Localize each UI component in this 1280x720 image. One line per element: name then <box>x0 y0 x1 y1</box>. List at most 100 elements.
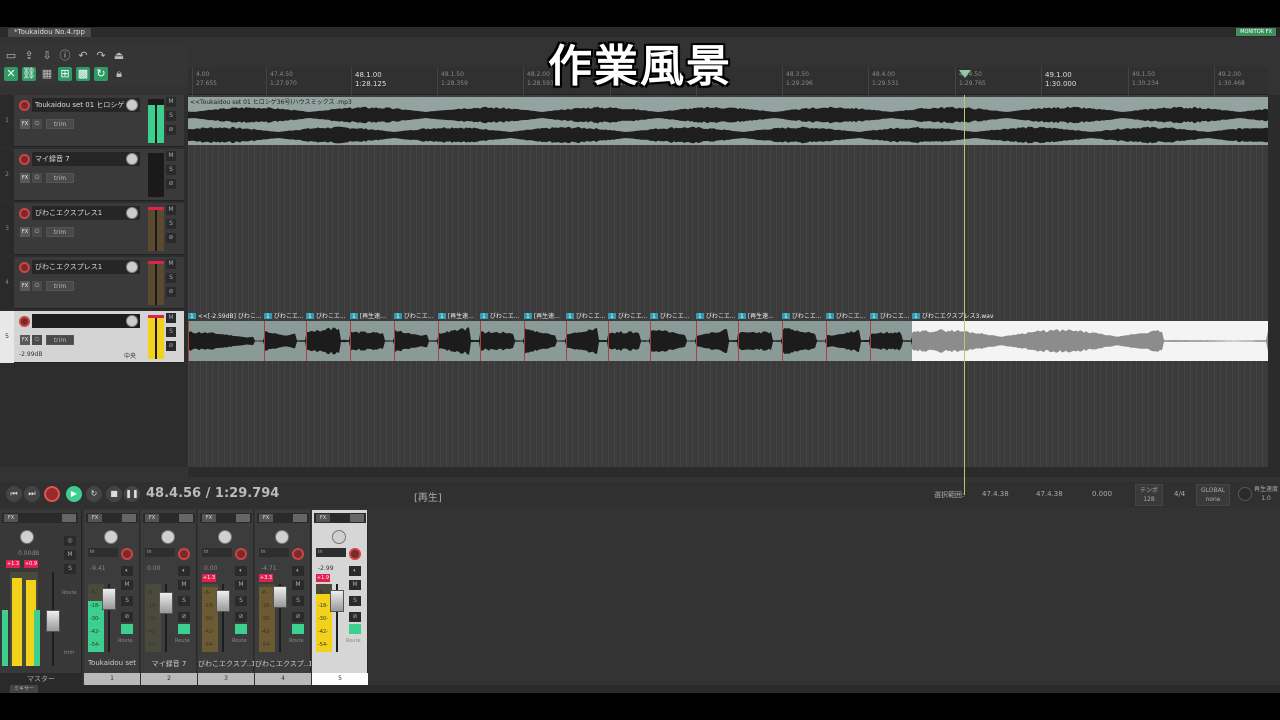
strip-track-number[interactable]: 4 <box>255 673 311 685</box>
horizontal-scrollbar[interactable] <box>188 467 1280 477</box>
solo-button[interactable]: S <box>166 111 176 121</box>
fx-bypass-icon[interactable]: ⏻ <box>32 173 42 183</box>
strip-fx-insert-icon[interactable] <box>349 624 361 634</box>
media-item-header[interactable]: 1 びわこエ... <box>650 311 696 319</box>
solo-button[interactable]: S <box>166 165 176 175</box>
media-item[interactable] <box>566 321 608 361</box>
media-item[interactable] <box>350 321 394 361</box>
media-item[interactable] <box>826 321 870 361</box>
phase-invert-icon[interactable]: ⊘ <box>166 125 176 135</box>
phase-invert-icon[interactable]: ⊘ <box>166 179 176 189</box>
media-item-header[interactable]: 1 びわこエ... <box>870 311 912 319</box>
track-name-field[interactable]: びわこエクスプレス1 <box>32 206 140 220</box>
strip-input-selector[interactable]: in <box>316 548 346 557</box>
mixer-strip[interactable]: FX in -9.41 -6- -18- -30- -42- -54- 🔈︎ M S ⊘ Route To… <box>84 510 140 685</box>
strip-track-name[interactable]: Toukaidou set <box>84 659 140 667</box>
phase-invert-icon[interactable]: ⊘ <box>166 341 176 351</box>
strip-record-arm-button[interactable] <box>235 548 247 560</box>
strip-solo-button[interactable]: S <box>235 596 247 606</box>
track-fx-button[interactable]: FX <box>20 335 30 345</box>
go-start-button[interactable]: ⏮ <box>6 486 22 502</box>
strip-fx-bar[interactable]: FX <box>86 513 138 523</box>
strip-record-arm-button[interactable] <box>178 548 190 560</box>
strip-fx-toggle[interactable] <box>293 514 307 522</box>
master-pan-knob[interactable] <box>20 530 34 544</box>
record-button[interactable] <box>44 486 60 502</box>
strip-route-button[interactable]: Route <box>175 638 190 644</box>
media-item[interactable] <box>782 321 826 361</box>
strip-solo-button[interactable]: S <box>121 596 133 606</box>
strip-fx-bar[interactable]: FX <box>257 513 309 523</box>
media-item-header[interactable]: 1 びわこエ... <box>394 311 438 319</box>
strip-fx-insert-icon[interactable] <box>292 624 304 634</box>
media-item[interactable]: <<Toukaidou set 01 ヒロシゲ36号(ハウスミックス .mp3 <box>188 97 1268 145</box>
media-item-header[interactable]: 1 [再生速... <box>350 311 394 319</box>
media-item[interactable] <box>524 321 566 361</box>
master-mute-button[interactable]: M <box>64 550 76 560</box>
phase-invert-icon[interactable]: ⊘ <box>349 612 361 622</box>
fx-bypass-icon[interactable]: ⏻ <box>32 281 42 291</box>
master-solo-button[interactable]: S <box>64 564 76 574</box>
strip-track-number[interactable]: 1 <box>84 673 140 685</box>
fx-bypass-icon[interactable]: ⏻ <box>32 335 42 345</box>
master-fader[interactable] <box>46 610 60 632</box>
mute-button[interactable]: M <box>166 151 176 161</box>
media-item-header[interactable]: 1 [再生速... <box>524 311 566 319</box>
phase-invert-icon[interactable]: ⊘ <box>178 612 190 622</box>
strip-fx-button[interactable]: FX <box>316 514 330 522</box>
strip-input-selector[interactable]: in <box>259 548 289 557</box>
mute-button[interactable]: M <box>166 205 176 215</box>
track-fx-button[interactable]: FX <box>20 227 30 237</box>
master-route-button[interactable]: Route <box>62 590 77 596</box>
strip-track-number[interactable]: 5 <box>312 673 368 685</box>
stop-button[interactable]: ■ <box>106 486 122 502</box>
track-volume-knob[interactable] <box>126 153 138 165</box>
strip-volume-fader[interactable] <box>102 588 116 610</box>
track-volume-knob[interactable] <box>126 261 138 273</box>
track-header[interactable]: 4 びわこエクスプレス1 FX ⏻ trim M S ⊘ <box>0 257 184 309</box>
media-item[interactable] <box>738 321 782 361</box>
master-fx-button[interactable]: FX <box>4 514 18 522</box>
strip-fx-button[interactable]: FX <box>259 514 273 522</box>
strip-solo-button[interactable]: S <box>349 596 361 606</box>
phase-invert-icon[interactable]: ⊘ <box>292 612 304 622</box>
strip-fx-toggle[interactable] <box>122 514 136 522</box>
strip-record-arm-button[interactable] <box>349 548 361 560</box>
strip-mute-button[interactable]: M <box>235 580 247 590</box>
track-header[interactable]: 2 マイ録音 7 FX ⏻ trim M S ⊘ <box>0 149 184 201</box>
speaker-icon[interactable]: 🔈︎ <box>349 566 361 576</box>
track-number[interactable]: 2 <box>0 149 14 201</box>
media-item-header[interactable]: 1 [再生速... <box>438 311 480 319</box>
media-item-header[interactable]: 1 びわこエ... <box>480 311 524 319</box>
strip-mute-button[interactable]: M <box>349 580 361 590</box>
strip-solo-button[interactable]: S <box>178 596 190 606</box>
trim-button[interactable]: trim <box>46 335 74 345</box>
strip-fx-toggle[interactable] <box>236 514 250 522</box>
mute-button[interactable]: M <box>166 259 176 269</box>
record-arm-button[interactable] <box>19 262 30 273</box>
mixer-tab[interactable]: ミキサー <box>10 685 39 693</box>
phase-invert-icon[interactable]: ⊘ <box>166 287 176 297</box>
track-number[interactable]: 5 <box>0 311 14 363</box>
media-item[interactable] <box>608 321 650 361</box>
strip-route-button[interactable]: Route <box>232 638 247 644</box>
media-item-header[interactable]: 1 びわこエクスプレス3.wav <box>912 311 1268 319</box>
solo-button[interactable]: S <box>166 273 176 283</box>
media-item[interactable] <box>438 321 480 361</box>
global-automation-box[interactable]: GLOBAL none <box>1196 484 1230 506</box>
strip-record-arm-button[interactable] <box>121 548 133 560</box>
track-fx-button[interactable]: FX <box>20 119 30 129</box>
track-header[interactable]: 3 びわこエクスプレス1 FX ⏻ trim M S ⊘ <box>0 203 184 255</box>
mute-button[interactable]: M <box>166 313 176 323</box>
media-item-selected[interactable] <box>912 321 1268 361</box>
media-item[interactable] <box>480 321 524 361</box>
strip-mute-button[interactable]: M <box>121 580 133 590</box>
track-name-field[interactable]: びわこエクスプレス1 <box>32 260 140 274</box>
strip-mute-button[interactable]: M <box>292 580 304 590</box>
strip-route-button[interactable]: Route <box>289 638 304 644</box>
media-item[interactable] <box>696 321 738 361</box>
record-arm-button[interactable] <box>19 100 30 111</box>
track-name-field[interactable]: Toukaidou set 01 ヒロシゲ <box>32 98 140 112</box>
strip-pan-knob[interactable] <box>161 530 175 544</box>
media-item[interactable] <box>188 321 264 361</box>
